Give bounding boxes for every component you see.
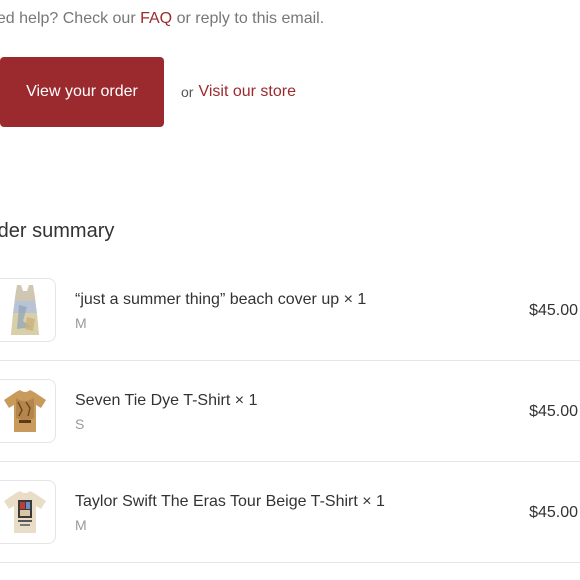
order-confirmation-email: eed help? Check our FAQ or reply to this… bbox=[0, 0, 580, 580]
item-variant: S bbox=[75, 416, 85, 432]
item-title: Seven Tie Dye T-Shirt × 1 bbox=[75, 392, 258, 409]
list-item: “just a summer thing” beach cover up × 1… bbox=[0, 260, 580, 361]
faq-link[interactable]: FAQ bbox=[140, 10, 172, 27]
eras-tour-tshirt-image bbox=[0, 480, 56, 544]
help-prefix: eed help? Check our bbox=[0, 10, 141, 27]
item-title: Taylor Swift The Eras Tour Beige T-Shirt… bbox=[75, 493, 385, 510]
item-variant: M bbox=[75, 315, 87, 331]
list-item: Seven Tie Dye T-Shirt × 1 S $45.00 bbox=[0, 361, 580, 462]
list-item: Taylor Swift The Eras Tour Beige T-Shirt… bbox=[0, 462, 580, 563]
item-title: “just a summer thing” beach cover up × 1 bbox=[75, 291, 367, 308]
order-items-list: “just a summer thing” beach cover up × 1… bbox=[0, 260, 580, 563]
item-variant: M bbox=[75, 517, 87, 533]
item-price: $45.00 bbox=[529, 504, 578, 521]
order-actions: View your order or Visit our store bbox=[0, 57, 296, 127]
help-line: eed help? Check our FAQ or reply to this… bbox=[0, 10, 324, 28]
order-summary-title: rder summary bbox=[0, 220, 115, 242]
tie-dye-tshirt-image bbox=[0, 379, 56, 443]
visit-store-link[interactable]: Visit our store bbox=[198, 83, 296, 101]
view-order-button[interactable]: View your order bbox=[0, 57, 164, 127]
cover-up-dress-image bbox=[0, 278, 56, 342]
or-text: or bbox=[181, 84, 194, 100]
item-price: $45.00 bbox=[529, 403, 578, 420]
help-suffix: or reply to this email. bbox=[172, 10, 325, 27]
item-price: $45.00 bbox=[529, 302, 578, 319]
